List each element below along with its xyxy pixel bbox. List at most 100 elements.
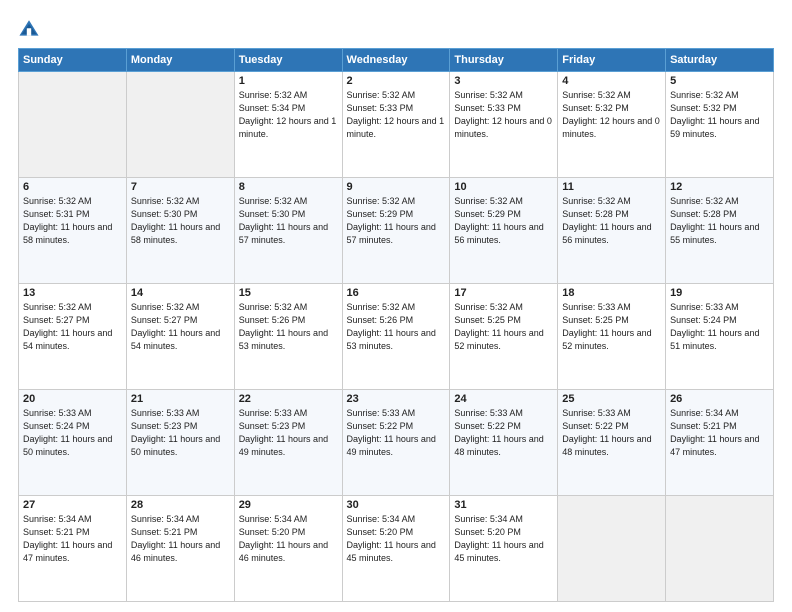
header <box>18 18 774 40</box>
calendar-cell: 1 Sunrise: 5:32 AMSunset: 5:34 PMDaylight… <box>234 72 342 178</box>
calendar-cell: 22 Sunrise: 5:33 AMSunset: 5:23 PMDayligh… <box>234 390 342 496</box>
weekday-header-monday: Monday <box>126 49 234 72</box>
day-number: 21 <box>131 393 230 405</box>
calendar-cell: 21 Sunrise: 5:33 AMSunset: 5:23 PMDayligh… <box>126 390 234 496</box>
day-number: 10 <box>454 181 553 193</box>
cell-info: Sunrise: 5:32 AMSunset: 5:30 PMDaylight:… <box>239 195 338 247</box>
calendar-cell <box>19 72 127 178</box>
day-number: 30 <box>347 499 446 511</box>
day-number: 7 <box>131 181 230 193</box>
calendar-cell: 13 Sunrise: 5:32 AMSunset: 5:27 PMDayligh… <box>19 284 127 390</box>
calendar-cell: 14 Sunrise: 5:32 AMSunset: 5:27 PMDayligh… <box>126 284 234 390</box>
cell-info: Sunrise: 5:34 AMSunset: 5:21 PMDaylight:… <box>23 513 122 565</box>
week-row-3: 13 Sunrise: 5:32 AMSunset: 5:27 PMDayligh… <box>19 284 774 390</box>
calendar-cell: 28 Sunrise: 5:34 AMSunset: 5:21 PMDayligh… <box>126 496 234 602</box>
day-number: 20 <box>23 393 122 405</box>
day-number: 17 <box>454 287 553 299</box>
day-number: 9 <box>347 181 446 193</box>
cell-info: Sunrise: 5:32 AMSunset: 5:27 PMDaylight:… <box>131 301 230 353</box>
day-number: 31 <box>454 499 553 511</box>
calendar-cell: 12 Sunrise: 5:32 AMSunset: 5:28 PMDayligh… <box>666 178 774 284</box>
cell-info: Sunrise: 5:33 AMSunset: 5:22 PMDaylight:… <box>454 407 553 459</box>
day-number: 11 <box>562 181 661 193</box>
calendar-cell: 18 Sunrise: 5:33 AMSunset: 5:25 PMDayligh… <box>558 284 666 390</box>
week-row-1: 1 Sunrise: 5:32 AMSunset: 5:34 PMDaylight… <box>19 72 774 178</box>
cell-info: Sunrise: 5:32 AMSunset: 5:30 PMDaylight:… <box>131 195 230 247</box>
calendar-cell <box>558 496 666 602</box>
cell-info: Sunrise: 5:33 AMSunset: 5:23 PMDaylight:… <box>131 407 230 459</box>
day-number: 5 <box>670 75 769 87</box>
logo-icon <box>18 18 40 40</box>
cell-info: Sunrise: 5:34 AMSunset: 5:21 PMDaylight:… <box>670 407 769 459</box>
calendar-cell: 30 Sunrise: 5:34 AMSunset: 5:20 PMDayligh… <box>342 496 450 602</box>
calendar-cell: 25Sunrise: 5:33 AMSunset: 5:22 PMDayligh… <box>558 390 666 496</box>
cell-info: Sunrise: 5:33 AMSunset: 5:25 PMDaylight:… <box>562 301 661 353</box>
calendar-cell: 4Sunrise: 5:32 AMSunset: 5:32 PMDaylight… <box>558 72 666 178</box>
day-number: 4 <box>562 75 661 87</box>
cell-info: Sunrise: 5:32 AMSunset: 5:29 PMDaylight:… <box>347 195 446 247</box>
calendar-cell: 26 Sunrise: 5:34 AMSunset: 5:21 PMDayligh… <box>666 390 774 496</box>
cell-info: Sunrise: 5:32 AMSunset: 5:33 PMDaylight:… <box>347 89 446 141</box>
calendar-cell: 19Sunrise: 5:33 AMSunset: 5:24 PMDayligh… <box>666 284 774 390</box>
weekday-header-thursday: Thursday <box>450 49 558 72</box>
day-number: 2 <box>347 75 446 87</box>
cell-info: Sunrise: 5:32 AMSunset: 5:31 PMDaylight:… <box>23 195 122 247</box>
calendar-cell: 16 Sunrise: 5:32 AMSunset: 5:26 PMDayligh… <box>342 284 450 390</box>
calendar-cell: 27Sunrise: 5:34 AMSunset: 5:21 PMDayligh… <box>19 496 127 602</box>
calendar-cell: 31Sunrise: 5:34 AMSunset: 5:20 PMDayligh… <box>450 496 558 602</box>
cell-info: Sunrise: 5:32 AMSunset: 5:28 PMDaylight:… <box>562 195 661 247</box>
cell-info: Sunrise: 5:32 AMSunset: 5:25 PMDaylight:… <box>454 301 553 353</box>
cell-info: Sunrise: 5:32 AMSunset: 5:28 PMDaylight:… <box>670 195 769 247</box>
calendar-cell <box>126 72 234 178</box>
cell-info: Sunrise: 5:32 AMSunset: 5:27 PMDaylight:… <box>23 301 122 353</box>
week-row-5: 27Sunrise: 5:34 AMSunset: 5:21 PMDayligh… <box>19 496 774 602</box>
day-number: 18 <box>562 287 661 299</box>
cell-info: Sunrise: 5:32 AMSunset: 5:34 PMDaylight:… <box>239 89 338 141</box>
day-number: 12 <box>670 181 769 193</box>
day-number: 26 <box>670 393 769 405</box>
day-number: 15 <box>239 287 338 299</box>
cell-info: Sunrise: 5:32 AMSunset: 5:26 PMDaylight:… <box>239 301 338 353</box>
day-number: 16 <box>347 287 446 299</box>
cell-info: Sunrise: 5:32 AMSunset: 5:32 PMDaylight:… <box>670 89 769 141</box>
cell-info: Sunrise: 5:34 AMSunset: 5:21 PMDaylight:… <box>131 513 230 565</box>
calendar-cell: 5 Sunrise: 5:32 AMSunset: 5:32 PMDaylight… <box>666 72 774 178</box>
weekday-header-friday: Friday <box>558 49 666 72</box>
logo <box>18 18 44 40</box>
day-number: 29 <box>239 499 338 511</box>
weekday-header-tuesday: Tuesday <box>234 49 342 72</box>
day-number: 1 <box>239 75 338 87</box>
cell-info: Sunrise: 5:32 AMSunset: 5:33 PMDaylight:… <box>454 89 553 141</box>
day-number: 8 <box>239 181 338 193</box>
calendar-cell: 11 Sunrise: 5:32 AMSunset: 5:28 PMDayligh… <box>558 178 666 284</box>
weekday-header-saturday: Saturday <box>666 49 774 72</box>
weekday-header-sunday: Sunday <box>19 49 127 72</box>
calendar-cell: 20Sunrise: 5:33 AMSunset: 5:24 PMDayligh… <box>19 390 127 496</box>
calendar-cell: 9 Sunrise: 5:32 AMSunset: 5:29 PMDaylight… <box>342 178 450 284</box>
calendar-cell: 6 Sunrise: 5:32 AMSunset: 5:31 PMDaylight… <box>19 178 127 284</box>
calendar-cell: 29Sunrise: 5:34 AMSunset: 5:20 PMDayligh… <box>234 496 342 602</box>
weekday-header-wednesday: Wednesday <box>342 49 450 72</box>
cell-info: Sunrise: 5:33 AMSunset: 5:23 PMDaylight:… <box>239 407 338 459</box>
day-number: 22 <box>239 393 338 405</box>
cell-info: Sunrise: 5:33 AMSunset: 5:22 PMDaylight:… <box>562 407 661 459</box>
page: SundayMondayTuesdayWednesdayThursdayFrid… <box>0 0 792 612</box>
day-number: 13 <box>23 287 122 299</box>
calendar-cell: 23 Sunrise: 5:33 AMSunset: 5:22 PMDayligh… <box>342 390 450 496</box>
day-number: 3 <box>454 75 553 87</box>
day-number: 28 <box>131 499 230 511</box>
calendar-cell: 15 Sunrise: 5:32 AMSunset: 5:26 PMDayligh… <box>234 284 342 390</box>
week-row-4: 20Sunrise: 5:33 AMSunset: 5:24 PMDayligh… <box>19 390 774 496</box>
weekday-header-row: SundayMondayTuesdayWednesdayThursdayFrid… <box>19 49 774 72</box>
day-number: 14 <box>131 287 230 299</box>
cell-info: Sunrise: 5:34 AMSunset: 5:20 PMDaylight:… <box>347 513 446 565</box>
week-row-2: 6 Sunrise: 5:32 AMSunset: 5:31 PMDaylight… <box>19 178 774 284</box>
calendar-table: SundayMondayTuesdayWednesdayThursdayFrid… <box>18 48 774 602</box>
cell-info: Sunrise: 5:32 AMSunset: 5:26 PMDaylight:… <box>347 301 446 353</box>
day-number: 23 <box>347 393 446 405</box>
cell-info: Sunrise: 5:33 AMSunset: 5:22 PMDaylight:… <box>347 407 446 459</box>
cell-info: Sunrise: 5:32 AMSunset: 5:29 PMDaylight:… <box>454 195 553 247</box>
calendar-cell <box>666 496 774 602</box>
calendar-cell: 24Sunrise: 5:33 AMSunset: 5:22 PMDayligh… <box>450 390 558 496</box>
day-number: 6 <box>23 181 122 193</box>
